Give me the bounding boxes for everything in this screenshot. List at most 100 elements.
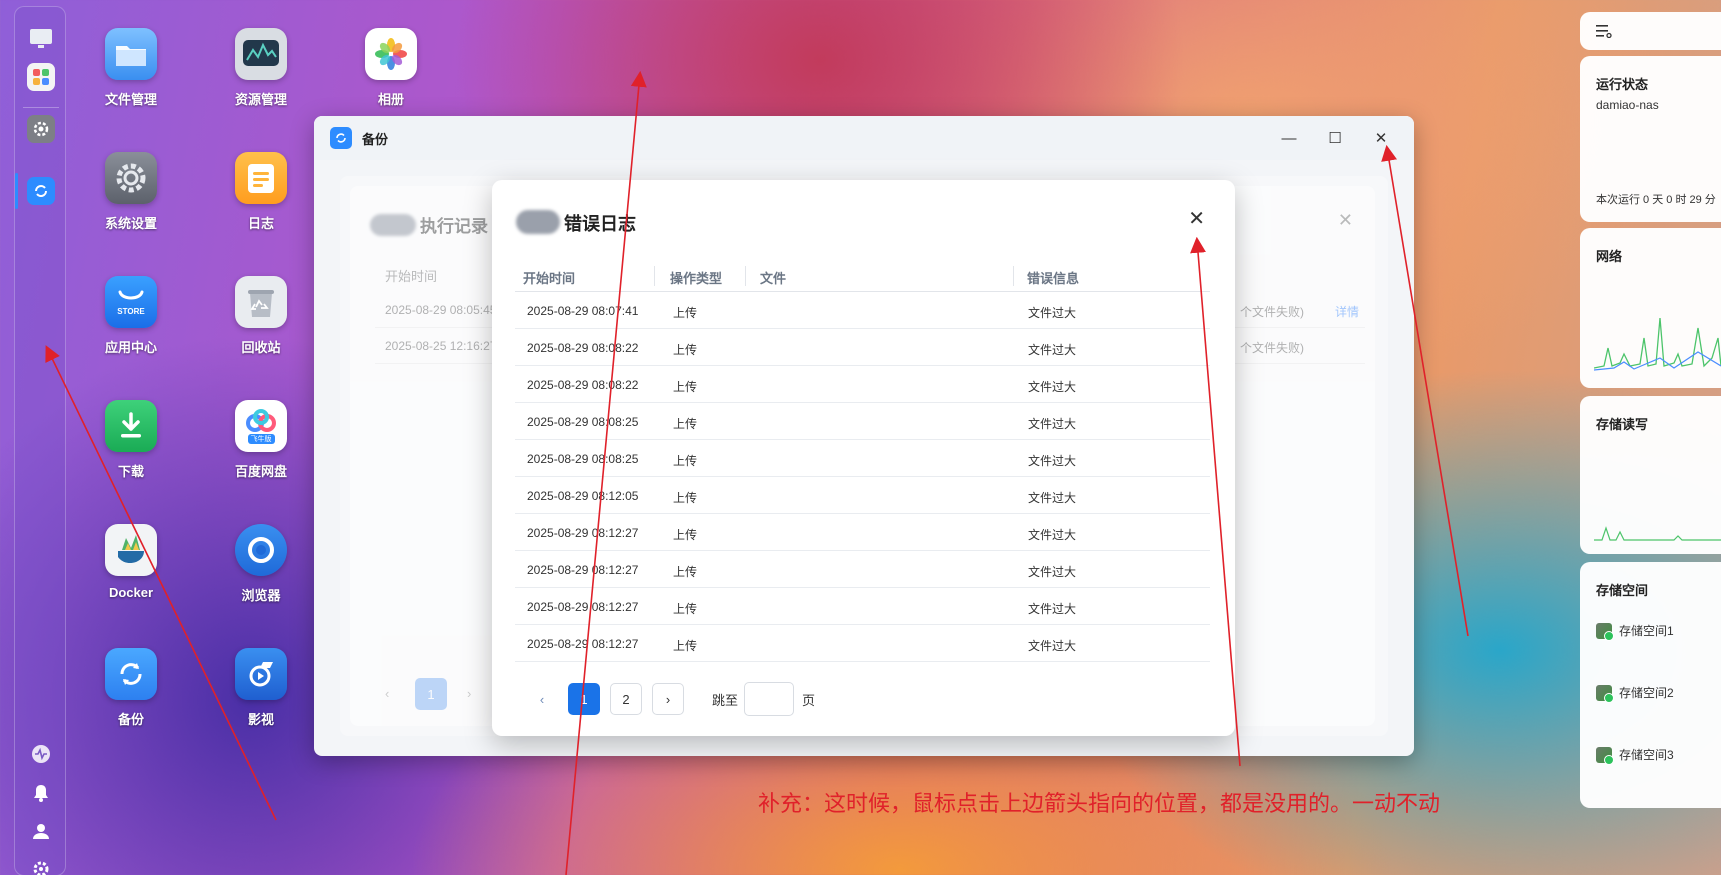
dock-active-indicator [15,173,18,209]
column-divider [654,266,655,286]
desktop-app-baidu-netdisk[interactable]: 飞牛版 百度网盘 [206,400,316,480]
cell-start-time: 2025-08-29 08:08:25 [527,452,639,466]
user-icon[interactable] [27,817,55,845]
cell-op-type: 上传 [673,343,698,357]
desktop-app-label: 浏览器 [241,588,281,603]
table-row: 2025-08-29 08:12:05 上传 文件过大 [515,477,1210,514]
error-log-modal: 错误日志 ✕ 开始时间 操作类型 文件 错误信息 2025-08-29 08:0… [492,180,1235,736]
desktop-app-logs[interactable]: 日志 [206,152,316,232]
desktop-app-label: 文件管理 [104,92,157,107]
uptime: 本次运行 0 天 0 时 29 分 [1596,194,1716,206]
settings-gear-icon[interactable] [27,115,55,143]
desktop-app-download[interactable]: 下载 [76,400,186,480]
backup-icon[interactable] [27,177,55,205]
window-title: 备份 [362,131,389,147]
app-grid-icon[interactable] [27,63,55,91]
dock-divider [23,107,59,108]
cell-start-time: 2025-08-29 08:12:27 [527,600,639,614]
desktop-app-system-settings[interactable]: 系统设置 [76,152,186,232]
desktop-app-browser[interactable]: 浏览器 [206,524,316,604]
col-start-time: 开始时间 [523,271,576,286]
table-row: 2025-08-29 08:12:27 上传 文件过大 [515,588,1210,625]
store-icon: STORE [105,276,157,328]
desktop-app-backup[interactable]: 备份 [76,648,186,728]
desktop-app-app-center[interactable]: STORE 应用中心 [76,276,186,356]
desktop-app-resource-monitor[interactable]: 资源管理 [206,28,316,108]
run-status-widget: 运行状态 damiao-nas 本次运行 0 天 0 时 29 分 [1580,56,1721,222]
cell-start-time: 2025-08-29 08:08:22 [527,341,639,355]
storage-volume-label: 存储空间2 [1619,686,1674,700]
cell-error: 文件过大 [1028,528,1077,542]
gear-icon[interactable] [27,855,55,875]
modal-close-button[interactable]: ✕ [1188,206,1205,231]
desktop-app-video[interactable]: 影视 [206,648,316,728]
baidu-badge-text: 飞牛版 [247,433,275,444]
desktop-app-label: Docker [108,585,154,600]
exec-row-result: 个文件失败) [1240,305,1304,319]
desktop-app-label: 日志 [247,216,274,231]
storage-volume-item[interactable]: 存储空间1 [1596,622,1674,641]
desktop-app-photos[interactable]: 相册 [336,28,446,108]
column-divider [745,266,746,286]
photos-icon [365,28,417,80]
jump-page-input[interactable] [744,682,795,716]
browser-icon [235,524,287,576]
storage-volume-label: 存储空间3 [1619,748,1674,762]
prev-page-button[interactable]: ‹ [526,683,558,715]
cell-start-time: 2025-08-29 08:12:27 [527,526,639,540]
table-row: 2025-08-29 08:07:41 上传 文件过大 [515,292,1210,329]
cell-error: 文件过大 [1028,454,1077,468]
column-divider [1013,266,1014,286]
backup-icon [105,648,157,700]
page-suffix: 页 [802,692,816,708]
annotation-note: 补充：这时候，鼠标点击上边箭头指向的位置，都是没用的。一动不动 [758,791,1441,816]
cell-op-type: 上传 [673,602,698,616]
desktop-app-file-manager[interactable]: 文件管理 [76,28,186,108]
desktop-app-label: 资源管理 [234,92,287,107]
gear-icon [105,152,157,204]
next-page-button[interactable]: › [652,683,684,715]
cell-start-time: 2025-08-29 08:08:25 [527,415,639,429]
network-sparkline [1594,317,1721,371]
cell-start-time: 2025-08-29 08:12:27 [527,637,639,651]
storage-volume-item[interactable]: 存储空间3 [1596,746,1674,765]
download-icon [105,400,157,452]
cell-op-type: 上传 [673,380,698,394]
exec-prev-button[interactable]: ‹ [385,686,389,701]
page-button-2[interactable]: 2 [610,683,642,715]
desktop-app-recycle-bin[interactable]: 回收站 [206,276,316,356]
bell-icon[interactable] [27,779,55,807]
exec-record-title: 执行记录 [420,217,488,236]
table-row: 2025-08-29 08:12:27 上传 文件过大 [515,551,1210,588]
desktop-app-label: 百度网盘 [234,464,287,479]
jump-label: 跳至 [712,692,739,708]
menu-icon[interactable] [1596,24,1612,43]
cell-error: 文件过大 [1028,343,1077,357]
pagination: ‹ 1 2 › 跳至 页 [526,682,815,716]
exec-close-button[interactable]: ✕ [1338,210,1353,231]
store-badge-text: STORE [117,306,145,316]
window-close-button[interactable]: ✕ [1358,126,1404,150]
exec-next-button[interactable]: › [467,686,471,701]
cell-start-time: 2025-08-29 08:12:05 [527,489,639,503]
maximize-button[interactable]: ☐ [1312,126,1358,150]
storage-space-widget: 存储空间 存储空间1 存储空间2 存储空间3 [1580,562,1721,808]
exec-page-button[interactable]: 1 [415,678,447,710]
storage-volume-item[interactable]: 存储空间2 [1596,684,1674,703]
minimize-button[interactable]: — [1266,126,1312,150]
desktop-app-docker[interactable]: Docker [76,524,186,600]
cell-op-type: 上传 [673,639,698,653]
widget-toolbar [1580,12,1721,50]
cell-start-time: 2025-08-29 08:08:22 [527,378,639,392]
table-row: 2025-08-29 08:08:22 上传 文件过大 [515,366,1210,403]
baidu-netdisk-icon: 飞牛版 [235,400,287,452]
page-button-1[interactable]: 1 [568,683,600,715]
desktop-app-label: 回收站 [241,340,281,355]
exec-row-detail-link[interactable]: 详情 [1335,303,1359,320]
activity-icon[interactable] [27,740,55,768]
storage-io-sparkline [1594,526,1721,541]
desktop-icon[interactable] [27,25,55,53]
window-titlebar[interactable]: 备份 — ☐ ✕ [314,116,1414,160]
window-controls: — ☐ ✕ [1266,126,1404,150]
storage-cube-icon [1596,622,1614,641]
